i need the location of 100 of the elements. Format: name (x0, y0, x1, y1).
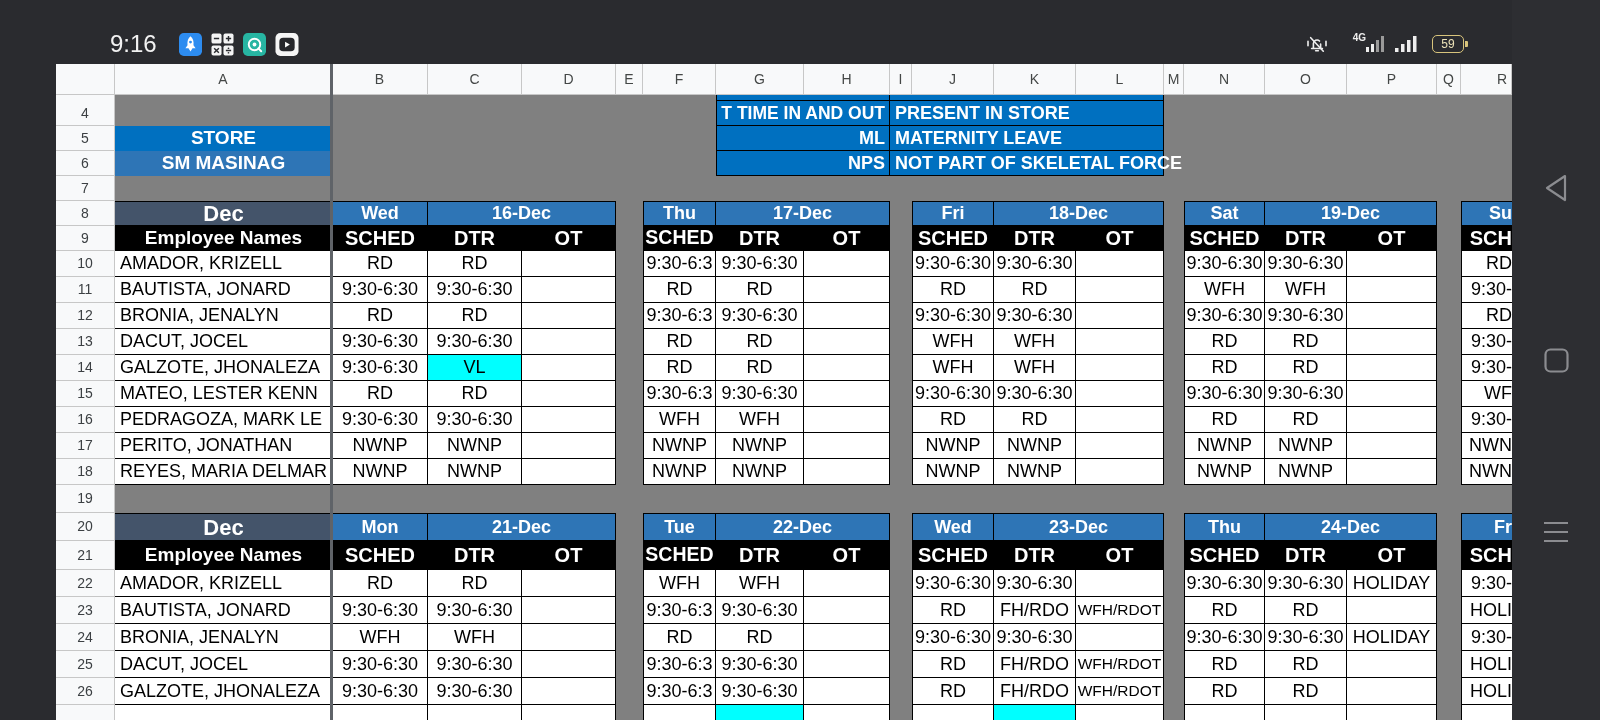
legend-meaning: PRESENT IN STORE (895, 101, 1070, 125)
table-cell: 9:30-6:3 (643, 597, 716, 624)
table-cell: 9:30-6:30 (994, 570, 1076, 597)
row-header[interactable]: 24 (56, 624, 115, 651)
employee-name: PEDRAGOZA, MARK LE (115, 407, 332, 433)
employee-name: REYES, MARIA DELMAR (115, 459, 332, 485)
signal-icon (1366, 36, 1386, 52)
column-header[interactable]: O (1265, 64, 1347, 95)
table-cell: RD (1461, 303, 1512, 329)
legend-code: T TIME IN AND OUT (716, 101, 890, 126)
table-cell: 9:30- (1461, 277, 1512, 303)
row-header[interactable]: 14 (56, 355, 115, 381)
column-header[interactable]: B (332, 64, 428, 95)
home-icon[interactable] (1543, 348, 1569, 373)
row-header[interactable]: 6 (56, 151, 115, 176)
column-header[interactable]: M (1164, 64, 1184, 95)
row-header[interactable]: 7 (56, 176, 115, 201)
column-title: DTR (994, 226, 1076, 251)
table-cell: NWNP (1265, 459, 1347, 485)
row-header[interactable]: 21 (56, 541, 115, 570)
table-cell: WFH (912, 329, 994, 355)
date-header: 18-Dec (994, 201, 1164, 226)
column-header[interactable]: P (1347, 64, 1437, 95)
play-app-icon (274, 32, 299, 56)
column-title: DTR (1265, 541, 1347, 570)
row-header[interactable]: 13 (56, 329, 115, 355)
column-title: DTR (1265, 226, 1347, 251)
column-header[interactable]: E (616, 64, 643, 95)
column-header[interactable]: K (994, 64, 1076, 95)
table-cell: 9:30-6:30 (1265, 624, 1347, 651)
table-cell: RD (716, 355, 804, 381)
column-title: OT (804, 226, 890, 251)
row-header[interactable]: 16 (56, 407, 115, 433)
table-cell: 9:30-6:30 (912, 381, 994, 407)
column-title: SCHED (1184, 541, 1265, 570)
row-header[interactable]: 8 (56, 201, 115, 226)
mute-bell-icon (1305, 35, 1328, 53)
column-header[interactable]: C (428, 64, 522, 95)
table-cell: RD (912, 277, 994, 303)
table-cell: NWNP (428, 459, 522, 485)
row-header[interactable]: 17 (56, 433, 115, 459)
row-header[interactable]: 5 (56, 126, 115, 151)
table-cell: RD (643, 624, 716, 651)
row-header[interactable]: 18 (56, 459, 115, 485)
column-title: OT (1076, 226, 1164, 251)
column-title: OT (1347, 541, 1437, 570)
column-header[interactable]: G (716, 64, 804, 95)
table-cell: RD (912, 651, 994, 678)
row-header[interactable]: 20 (56, 513, 115, 541)
row-header[interactable]: 12 (56, 303, 115, 329)
column-header[interactable]: J (912, 64, 994, 95)
employee-name: BRONIA, JENALYN (115, 303, 332, 329)
date-header: 22-Dec (716, 513, 890, 541)
table-cell: NWNP (912, 433, 994, 459)
table-cell: RD (912, 678, 994, 705)
table-cell: WFH (994, 355, 1076, 381)
table-cell: 9:30-6:30 (332, 407, 428, 433)
column-header[interactable]: F (643, 64, 716, 95)
row-header[interactable]: 25 (56, 651, 115, 678)
column-header[interactable]: D (522, 64, 616, 95)
table-cell: 9:30-6:30 (428, 407, 522, 433)
date-header: 23-Dec (994, 513, 1164, 541)
weekday-header: Wed (332, 201, 428, 226)
table-cell: RD (716, 624, 804, 651)
table-cell: RD (994, 407, 1076, 433)
table-cell: 9:30-6:30 (1184, 624, 1265, 651)
table-cell: WFH (1265, 277, 1347, 303)
back-icon[interactable] (1544, 173, 1568, 203)
weekday-header: Fr (1461, 513, 1512, 541)
table-cell: NWNP (643, 459, 716, 485)
column-header[interactable]: A (115, 64, 332, 95)
table-cell: 9:30-6:30 (1265, 570, 1347, 597)
table-cell: 9:30-6:30 (1265, 251, 1347, 277)
column-header[interactable]: Q (1437, 64, 1461, 95)
row-header[interactable]: 22 (56, 570, 115, 597)
row-header[interactable]: 9 (56, 226, 115, 251)
table-cell: WFH (912, 355, 994, 381)
row-header[interactable]: 23 (56, 597, 115, 624)
table-cell: 9:30-6:30 (428, 597, 522, 624)
column-header[interactable]: H (804, 64, 890, 95)
column-header[interactable]: I (890, 64, 912, 95)
table-cell: 9:30-6:30 (1265, 303, 1347, 329)
menu-icon[interactable] (1543, 521, 1569, 543)
column-header[interactable]: N (1184, 64, 1265, 95)
row-header[interactable]: 26 (56, 678, 115, 705)
column-header[interactable]: R (1461, 64, 1512, 95)
status-time: 9:16 (110, 32, 157, 56)
row-header[interactable]: 11 (56, 277, 115, 303)
table-cell: 9:30-6:30 (994, 303, 1076, 329)
row-header[interactable]: 15 (56, 381, 115, 407)
table-cell: WFH (332, 624, 428, 651)
table-cell: 9:30-6:3 (643, 651, 716, 678)
row-header[interactable]: 10 (56, 251, 115, 277)
table-cell: RD (1265, 597, 1347, 624)
row-header[interactable]: 19 (56, 485, 115, 513)
table-cell: RD (1184, 329, 1265, 355)
table-cell: 9:30-6:30 (912, 570, 994, 597)
column-header[interactable]: L (1076, 64, 1164, 95)
table-cell: 9:30-6:30 (716, 651, 804, 678)
row-header[interactable]: 4 (56, 101, 115, 126)
